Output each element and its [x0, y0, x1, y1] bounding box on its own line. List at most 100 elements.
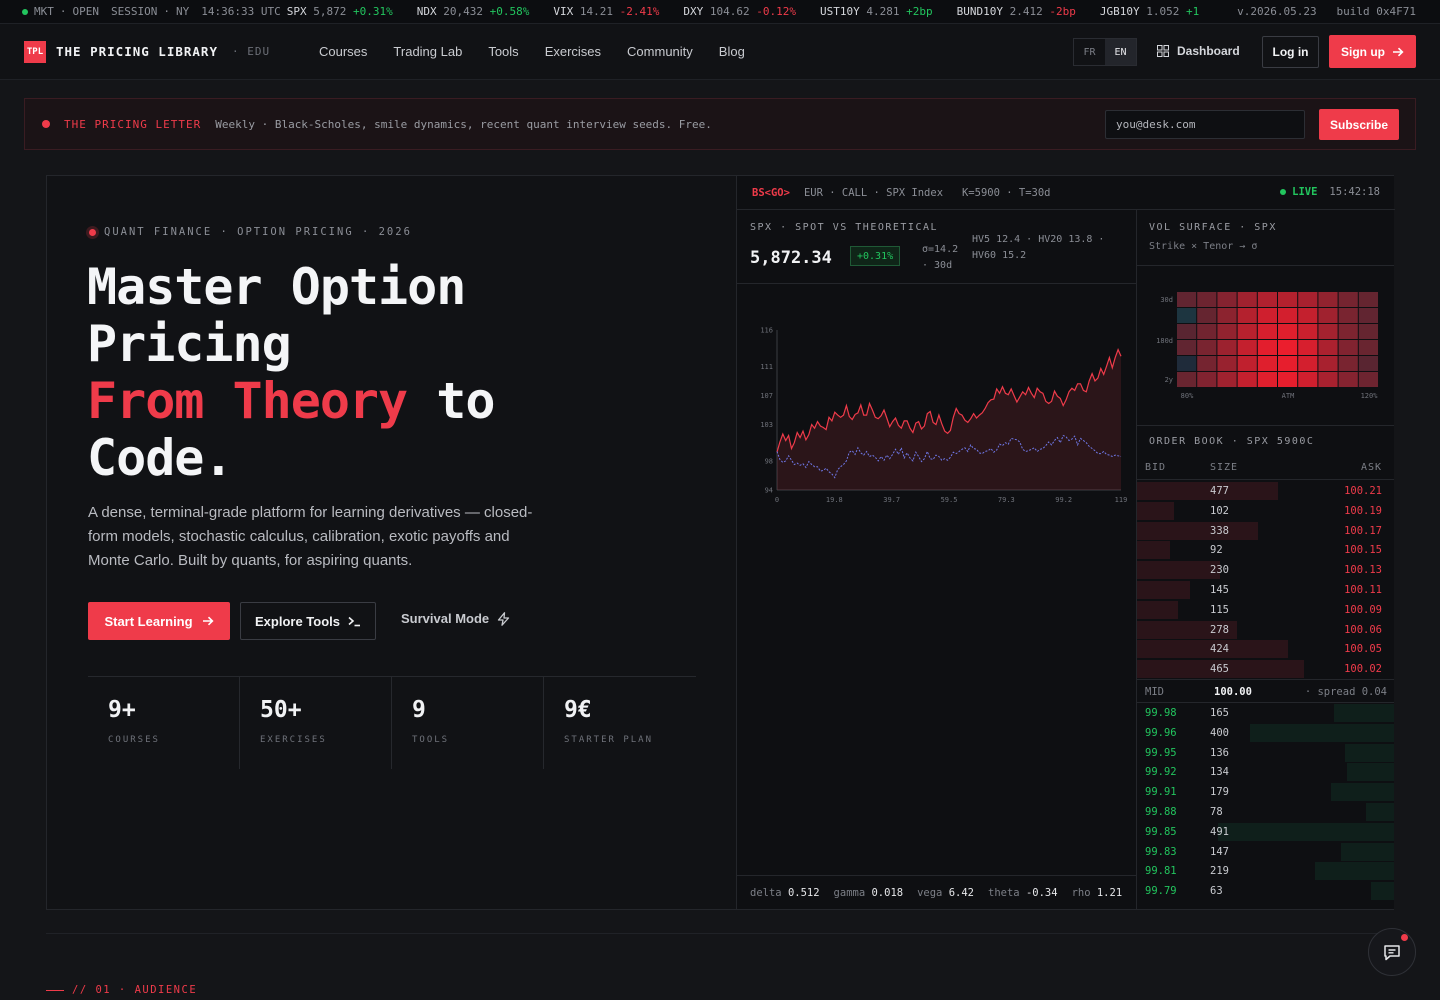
lang-en[interactable]: EN — [1105, 39, 1136, 65]
ask-price: 100.19 — [1344, 504, 1382, 517]
vol-surface-cell — [1217, 340, 1237, 355]
headline-to: to — [407, 372, 495, 430]
hero-headline: Master Option Pricing From Theory to Cod… — [87, 258, 495, 487]
login-button[interactable]: Log in — [1262, 36, 1319, 68]
signup-button[interactable]: Sign up — [1329, 35, 1416, 68]
newsletter-text: Weekly · Black-Scholes, smile dynamics, … — [215, 117, 712, 131]
vol-surface-cell — [1358, 356, 1378, 371]
bid-size: 78 — [1210, 805, 1223, 818]
nav-link-trading-lab[interactable]: Trading Lab — [393, 44, 462, 59]
ticker-change: -2bp — [1049, 5, 1076, 18]
ticker-symbol: BUND10Y — [956, 5, 1003, 18]
stat-label: TOOLS — [412, 735, 450, 745]
newsletter-email-input[interactable]: you@desk.com — [1105, 110, 1305, 139]
nav-link-community[interactable]: Community — [627, 44, 693, 59]
nav-link-courses[interactable]: Courses — [319, 44, 367, 59]
vol-surface-cell — [1298, 356, 1318, 371]
bid-depth-bar — [1330, 783, 1394, 802]
dashboard-link[interactable]: Dashboard — [1157, 44, 1240, 58]
logo-mark[interactable]: TPL — [24, 41, 46, 63]
bid-row[interactable]: 99.88 78 — [1137, 802, 1394, 822]
bid-row[interactable]: 99.96 400 — [1137, 723, 1394, 743]
bid-row[interactable]: 99.95 136 — [1137, 743, 1394, 763]
bid-row[interactable]: 99.85 491 — [1137, 822, 1394, 842]
explore-tools-button[interactable]: Explore Tools — [240, 602, 376, 640]
bid-price: 99.85 — [1145, 825, 1177, 838]
stat-value: 50+ — [260, 697, 302, 723]
vol-surface-cell — [1237, 356, 1257, 371]
ask-depth-bar — [1137, 561, 1220, 580]
y-tick-label: 111 — [760, 363, 773, 371]
ticker-value: 14.21 — [579, 5, 613, 18]
vol-surface-cell — [1257, 308, 1277, 323]
vol-surface-cell — [1217, 372, 1237, 387]
ask-row[interactable]: 424 100.05 — [1137, 639, 1394, 659]
section-label-text: // 01 · AUDIENCE — [72, 984, 198, 996]
survival-mode-link[interactable]: Survival Mode — [401, 611, 510, 626]
ticker-change: +1 — [1185, 5, 1200, 18]
newsletter-banner: THE PRICING LETTER Weekly · Black-Schole… — [24, 98, 1416, 150]
nav-link-exercises[interactable]: Exercises — [545, 44, 601, 59]
ask-price: 100.02 — [1344, 663, 1382, 676]
x-tick-label: 79.3 — [998, 496, 1015, 504]
vol-row-label: 30d — [1160, 296, 1173, 304]
ask-row[interactable]: 465 100.02 — [1137, 659, 1394, 679]
ask-row[interactable]: 477 100.21 — [1137, 481, 1394, 501]
stat-starter-plan: 9€ STARTER PLAN — [544, 677, 696, 769]
stat-value: 9+ — [108, 697, 136, 723]
build-label: build 0x4F71 — [1336, 5, 1416, 18]
ask-row[interactable]: 92 100.15 — [1137, 540, 1394, 560]
ask-row[interactable]: 102 100.19 — [1137, 501, 1394, 521]
ask-row[interactable]: 230 100.13 — [1137, 560, 1394, 580]
bid-price: 99.83 — [1145, 845, 1177, 858]
vol-surface-cell — [1278, 340, 1298, 355]
vol-surface-cell — [1177, 356, 1197, 371]
bid-price: 99.92 — [1145, 766, 1177, 779]
section-label: // 01 · AUDIENCE — [46, 984, 197, 996]
stat-courses: 9+ COURSES — [88, 677, 240, 769]
x-tick-label: 119 — [1115, 496, 1128, 504]
vol-surface-cell — [1177, 324, 1197, 339]
nav-link-tools[interactable]: Tools — [488, 44, 518, 59]
bid-row[interactable]: 99.83 147 — [1137, 842, 1394, 862]
greek-value: 6.42 — [948, 886, 975, 899]
bid-depth-bar — [1365, 802, 1394, 821]
y-tick-label: 94 — [765, 487, 773, 495]
ticker-item: DXY 104.62 -0.12% — [683, 5, 796, 18]
bid-row[interactable]: 99.81 219 — [1137, 861, 1394, 881]
ask-row[interactable]: 338 100.17 — [1137, 521, 1394, 541]
ask-depth-bar — [1137, 600, 1178, 619]
bid-row[interactable]: 99.98 165 — [1137, 703, 1394, 723]
market-ticker: MKT · OPEN SESSION · NY 14:36:33 UTC SPX 5… — [0, 0, 1440, 24]
bid-row[interactable]: 99.79 63 — [1137, 881, 1394, 901]
vol-row-label: 180d — [1156, 337, 1173, 345]
ticker-value: 104.62 — [709, 5, 750, 18]
hero-lead: A dense, terminal-grade platform for lea… — [88, 504, 533, 569]
ask-row[interactable]: 115 100.09 — [1137, 600, 1394, 620]
bid-depth-bar — [1346, 763, 1394, 782]
lang-fr[interactable]: FR — [1074, 39, 1105, 65]
greek-gamma: gamma 0.018 — [834, 887, 904, 899]
vol-surface-cell — [1278, 356, 1298, 371]
nav-link-blog[interactable]: Blog — [719, 44, 745, 59]
hero-eyebrow: QUANT FINANCE · OPTION PRICING · 2026 — [89, 226, 412, 238]
headline-line-1: Master Option — [87, 258, 466, 316]
ask-row[interactable]: 145 100.11 — [1137, 580, 1394, 600]
chat-button[interactable] — [1368, 928, 1416, 976]
stat-exercises: 50+ EXERCISES — [240, 677, 392, 769]
header-ask: ASK — [1360, 462, 1382, 473]
vol-surface-panel: VOL SURFACE · SPX Strike × Tenor → σ 30d… — [1137, 210, 1394, 426]
ask-price: 100.17 — [1344, 524, 1382, 537]
version-label: v.2026.05.23 — [1237, 5, 1317, 18]
logo-text[interactable]: THE PRICING LIBRARY — [56, 44, 218, 59]
subscribe-button[interactable]: Subscribe — [1319, 109, 1399, 140]
bid-row[interactable]: 99.92 134 — [1137, 762, 1394, 782]
start-learning-button[interactable]: Start Learning — [88, 602, 230, 640]
nav-links: Courses Trading Lab Tools Exercises Comm… — [319, 44, 745, 59]
bid-row[interactable]: 99.91 179 — [1137, 782, 1394, 802]
section-line — [46, 989, 64, 991]
ask-row[interactable]: 278 100.06 — [1137, 620, 1394, 640]
start-learning-label: Start Learning — [104, 613, 193, 629]
ticker-item: JGB10Y 1.052 +1 — [1100, 5, 1199, 18]
order-book-title: ORDER BOOK · SPX 5900C — [1149, 436, 1315, 447]
